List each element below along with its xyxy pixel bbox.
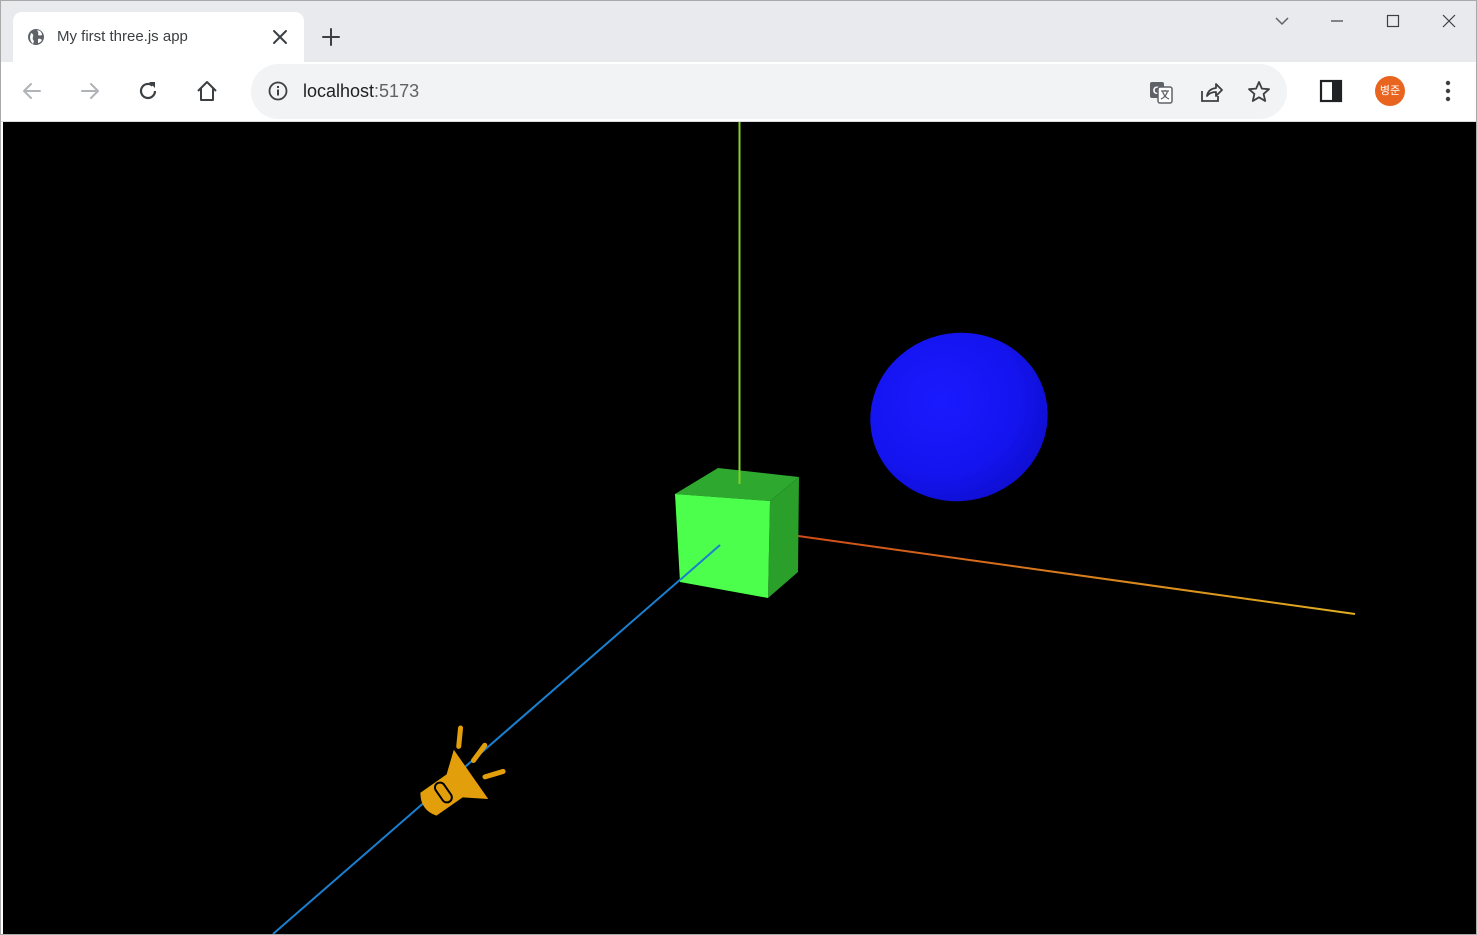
browser-toolbar: localhost:5173 G 병준	[1, 62, 1476, 122]
back-arrow-icon[interactable]	[18, 77, 46, 105]
minimize-icon[interactable]	[1325, 9, 1349, 33]
window-close-icon[interactable]	[1437, 9, 1461, 33]
profile-avatar[interactable]: 병준	[1375, 76, 1405, 106]
home-icon[interactable]	[193, 77, 221, 105]
browser-window: My first three.js app localhost:5173 G 병…	[0, 0, 1477, 935]
more-menu-icon[interactable]	[1434, 77, 1462, 105]
tab-active[interactable]: My first three.js app	[13, 12, 304, 62]
bookmark-star-icon[interactable]	[1246, 79, 1272, 105]
maximize-icon[interactable]	[1381, 9, 1405, 33]
translate-icon[interactable]: G	[1148, 79, 1174, 105]
plus-icon[interactable]	[319, 25, 343, 49]
info-icon[interactable]	[267, 80, 289, 102]
z-axis-line	[272, 544, 721, 934]
side-panel-icon[interactable]	[1317, 77, 1345, 105]
share-icon[interactable]	[1198, 79, 1224, 105]
forward-arrow-icon[interactable]	[76, 77, 104, 105]
url-host: localhost	[303, 81, 375, 101]
cube-front-face	[675, 494, 770, 598]
chevron-down-icon[interactable]	[1270, 9, 1294, 33]
url-text[interactable]: localhost:5173	[303, 81, 419, 102]
spotlight-icon	[420, 725, 506, 816]
tab-strip: My first three.js app	[1, 1, 1476, 62]
globe-icon	[28, 29, 44, 45]
webgl-canvas[interactable]	[3, 122, 1476, 934]
tab-title: My first three.js app	[57, 28, 188, 45]
url-port: :5173	[374, 81, 420, 101]
blue-sphere	[870, 332, 1048, 502]
x-axis-line	[790, 534, 1356, 615]
address-bar[interactable]: localhost:5173 G	[251, 64, 1287, 119]
green-cube	[675, 468, 799, 598]
close-icon[interactable]	[269, 26, 291, 48]
reload-icon[interactable]	[134, 77, 162, 105]
